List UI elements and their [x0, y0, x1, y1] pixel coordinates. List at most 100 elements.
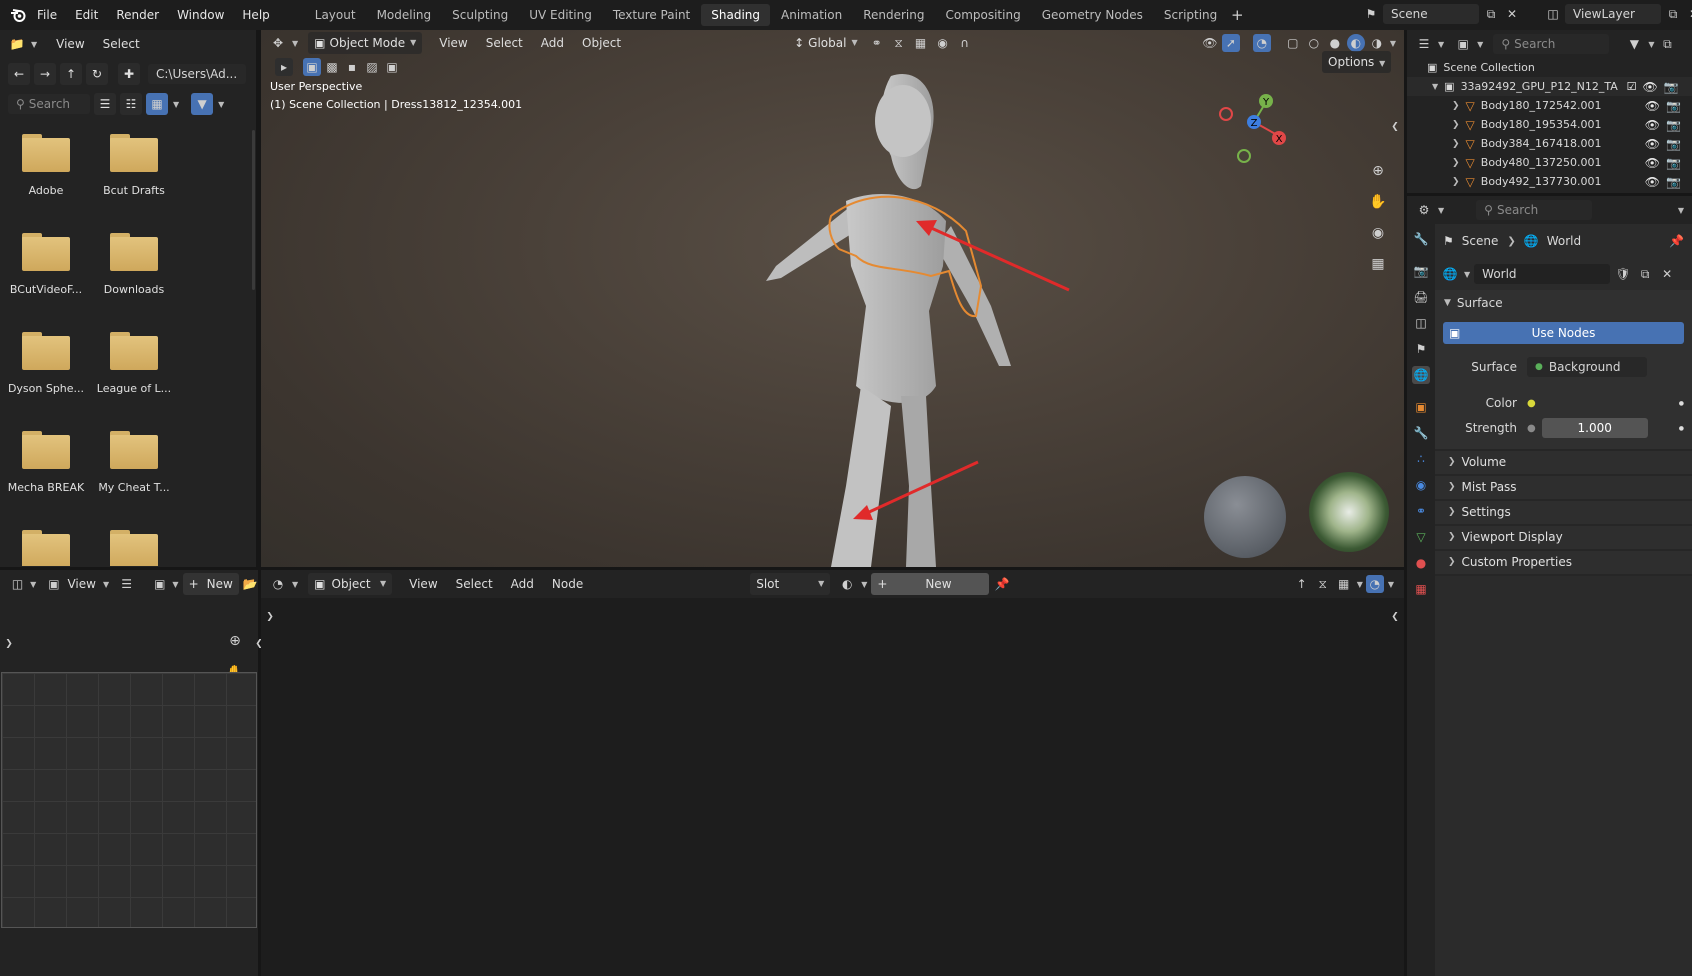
material-tab-icon[interactable]: ●	[1412, 554, 1430, 572]
physics-tab-icon[interactable]: ◉	[1412, 476, 1430, 494]
world-tab-icon[interactable]: 🌐	[1412, 366, 1430, 384]
menu-render[interactable]: Render	[107, 0, 168, 30]
sidebar-toggle-icon[interactable]: ❮	[1386, 118, 1404, 136]
thumbnails-icon[interactable]: ▦	[146, 93, 168, 115]
parent-node-tree-icon[interactable]: ↑	[1293, 575, 1311, 593]
outliner-row-object[interactable]: ❯ ▽ Body492_137730.001 👁 📷	[1407, 172, 1692, 191]
shader-type-selector[interactable]: ▣ Object ▼	[308, 573, 393, 595]
camera-icon[interactable]: 📷	[1666, 156, 1681, 170]
snap-icon[interactable]: ⧖	[1314, 575, 1332, 593]
folder-item[interactable]: Bcut Drafts	[90, 126, 178, 225]
texture-tab-icon[interactable]: ▦	[1412, 580, 1430, 598]
new-material-button[interactable]: + New	[871, 573, 990, 595]
editor-type-icon[interactable]: ⚙	[1415, 201, 1433, 219]
perspective-toggle-icon[interactable]: ▦	[1367, 253, 1389, 275]
neg-x-axis-handle[interactable]	[1219, 107, 1233, 121]
neg-y-axis-handle[interactable]	[1237, 149, 1251, 163]
chevron-down-icon[interactable]: ▼	[30, 580, 36, 589]
panel-mist-pass[interactable]: ❯ Mist Pass	[1435, 476, 1692, 501]
shader-node-editor[interactable]: ◔ ▼ ▣ Object ▼ View Select Add Node Slot ▼ ◐…	[261, 570, 1404, 976]
properties-search-input[interactable]: ⚲ Search	[1476, 200, 1593, 220]
surface-panel-header[interactable]: ▼ Surface	[1435, 290, 1692, 316]
toolbar-toggle-icon[interactable]: ❯	[0, 635, 18, 653]
chevron-down-icon[interactable]: ▼	[1648, 40, 1654, 49]
folder-item[interactable]: Downloads	[90, 225, 178, 324]
scene-icon[interactable]: ⚑	[1362, 5, 1380, 23]
editor-type-icon[interactable]: ☰	[1415, 35, 1433, 53]
refresh-icon[interactable]: ↻	[86, 63, 108, 85]
editor-type-icon[interactable]: 📁	[8, 35, 26, 53]
render-tab-icon[interactable]: 📷	[1412, 262, 1430, 280]
chevron-down-icon[interactable]: ▼	[172, 580, 178, 589]
chevron-down-icon[interactable]: ▼	[1438, 40, 1444, 49]
menu-view[interactable]: View	[402, 573, 444, 595]
chevron-down-icon[interactable]: ▼	[1477, 40, 1483, 49]
tab-compositing[interactable]: Compositing	[935, 4, 1030, 26]
eye-icon[interactable]: 👁	[1645, 175, 1660, 189]
duplicate-icon[interactable]: ⧉	[1636, 265, 1654, 283]
navigation-gizmo[interactable]: X Y Z	[1214, 88, 1294, 168]
overlays-icon[interactable]: ◔	[1365, 575, 1384, 593]
tab-animation[interactable]: Animation	[771, 4, 852, 26]
editor-type-icon[interactable]: ◔	[269, 575, 287, 593]
use-nodes-button[interactable]: ▣ Use Nodes	[1443, 322, 1684, 344]
color-socket-icon[interactable]: ●	[1527, 398, 1536, 409]
menu-add[interactable]: Add	[504, 573, 541, 595]
chevron-down-icon[interactable]: ▼	[1438, 206, 1444, 215]
scene-name-field[interactable]: Scene	[1383, 4, 1479, 24]
keyframe-dot-icon[interactable]: ●	[1679, 425, 1684, 432]
chevron-down-icon[interactable]: ▼	[1464, 270, 1470, 279]
tab-scripting[interactable]: Scripting	[1154, 4, 1227, 26]
panel-volume[interactable]: ❯ Volume	[1435, 451, 1692, 476]
chevron-right-icon[interactable]: ❯	[1452, 101, 1460, 111]
display-mode-icon[interactable]: ▣	[1454, 35, 1472, 53]
menu-view[interactable]: View	[65, 573, 97, 595]
folder-item[interactable]	[90, 522, 178, 566]
tab-geometry-nodes[interactable]: Geometry Nodes	[1032, 4, 1153, 26]
fake-user-icon[interactable]: 🛡	[1614, 265, 1632, 283]
image-browse-icon[interactable]: ▣	[152, 575, 167, 593]
pin-icon[interactable]: 📌	[993, 575, 1011, 593]
chevron-down-icon[interactable]: ▼	[1388, 580, 1394, 589]
uv-grid-canvas[interactable]	[1, 672, 257, 928]
menu-window[interactable]: Window	[168, 0, 233, 30]
tool-tab-icon[interactable]: 🔧	[1412, 230, 1430, 248]
tab-shading[interactable]: Shading	[701, 4, 770, 26]
chevron-down-icon[interactable]: ▼	[103, 580, 109, 589]
value-socket-icon[interactable]: ●	[1527, 423, 1536, 434]
eye-icon[interactable]: 👁	[1645, 137, 1660, 151]
panel-viewport-display[interactable]: ❯ Viewport Display	[1435, 526, 1692, 551]
folder-item[interactable]: League of L...	[90, 324, 178, 423]
pan-hand-icon[interactable]: ✋	[1367, 191, 1389, 213]
snap-target-icon[interactable]: ▦	[1335, 575, 1353, 593]
scrollbar[interactable]	[252, 130, 255, 290]
chevron-down-icon[interactable]: ▼	[31, 40, 37, 49]
constraints-tab-icon[interactable]: ⚭	[1412, 502, 1430, 520]
outliner-row-object[interactable]: ❯ ▽ Body480_137250.001 👁 📷	[1407, 153, 1692, 172]
chevron-down-icon[interactable]: ▼	[173, 100, 179, 109]
world-browse-icon[interactable]: 🌐	[1441, 265, 1459, 283]
tab-layout[interactable]: Layout	[305, 4, 366, 26]
list-horizontal-icon[interactable]: ☷	[120, 93, 142, 115]
viewlayer-name-field[interactable]: ViewLayer	[1565, 4, 1661, 24]
checkbox-icon[interactable]: ☑	[1627, 80, 1637, 93]
forward-icon[interactable]: →	[34, 63, 56, 85]
panel-settings[interactable]: ❯ Settings	[1435, 501, 1692, 526]
menu-view[interactable]: View	[49, 33, 91, 55]
eye-icon[interactable]: 👁	[1645, 99, 1660, 113]
menu-node[interactable]: Node	[545, 573, 590, 595]
camera-icon[interactable]: 📷	[1666, 99, 1681, 113]
folder-item[interactable]: Mecha BREAK	[2, 423, 90, 522]
eye-icon[interactable]: 👁	[1645, 156, 1660, 170]
slot-selector[interactable]: Slot ▼	[750, 573, 831, 595]
zoom-icon[interactable]: ⊕	[1367, 160, 1389, 182]
unlink-icon[interactable]: ✕	[1658, 265, 1676, 283]
chevron-down-icon[interactable]: ▼	[861, 580, 867, 589]
camera-view-icon[interactable]: ◉	[1367, 222, 1389, 244]
delete-scene-icon[interactable]: ✕	[1503, 5, 1521, 23]
menu-help[interactable]: Help	[233, 0, 278, 30]
folder-item[interactable]	[2, 522, 90, 566]
new-image-button[interactable]: + New	[182, 573, 239, 595]
new-scene-icon[interactable]: ⧉	[1482, 5, 1500, 23]
chevron-right-icon[interactable]: ❯	[1452, 177, 1460, 187]
